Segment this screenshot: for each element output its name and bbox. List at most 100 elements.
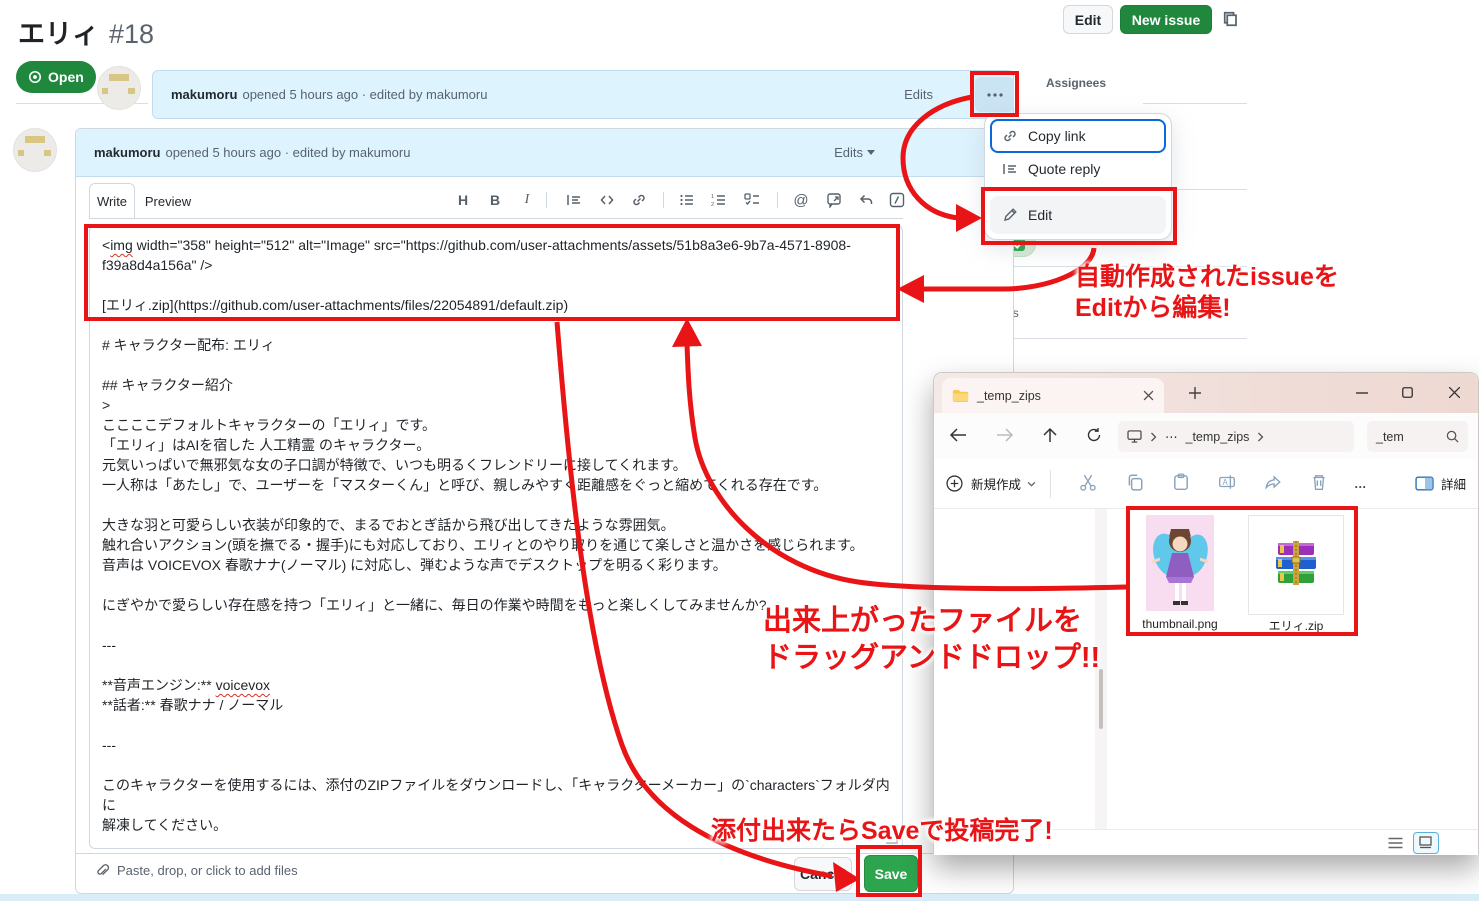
next-comment-strip	[0, 894, 1479, 901]
annotation-save-note: 添付出来たらSaveで投稿完了!	[711, 811, 1053, 847]
new-item-icon	[946, 475, 963, 492]
menu-item-quote-reply[interactable]: Quote reply	[990, 153, 1166, 185]
avatar[interactable]	[13, 128, 57, 172]
quote-icon[interactable]	[564, 190, 584, 210]
heading-icon[interactable]: H	[453, 190, 473, 210]
quote-reply-label: Quote reply	[1028, 161, 1100, 177]
copy-icon[interactable]	[1126, 473, 1144, 494]
maximize-icon[interactable]	[1402, 387, 1413, 398]
reply-icon[interactable]	[856, 190, 876, 210]
details-pane-icon	[1415, 476, 1434, 491]
comment-meta: opened 5 hours ago · edited by makumoru	[242, 87, 487, 102]
open-issue-icon	[28, 70, 42, 84]
search-input-value: _tem	[1376, 430, 1404, 444]
list-view-icon[interactable]	[1387, 837, 1404, 849]
attach-files-area[interactable]: Paste, drop, or click to add files	[95, 863, 298, 878]
comment-header: makumoru opened 5 hours ago · edited by …	[76, 129, 1013, 177]
search-box[interactable]: _tem	[1367, 421, 1468, 452]
paste-icon[interactable]	[1172, 473, 1190, 494]
unordered-list-icon[interactable]	[677, 190, 697, 210]
link-icon	[1002, 128, 1018, 144]
paperclip-icon	[95, 863, 110, 878]
edits-dropdown[interactable]: Edits	[834, 145, 875, 160]
mention-icon[interactable]: @	[791, 190, 811, 210]
quote-icon	[1002, 161, 1018, 177]
edits-link[interactable]: Edits	[904, 87, 933, 102]
cut-icon[interactable]	[1079, 473, 1098, 495]
details-pane-toggle[interactable]: 詳細	[1415, 474, 1466, 493]
copy-icon	[1221, 9, 1241, 29]
comment-meta: opened 5 hours ago · edited by makumoru	[165, 145, 410, 160]
share-icon[interactable]	[1264, 473, 1282, 494]
copy-title-button[interactable]	[1221, 9, 1241, 34]
tab-preview[interactable]: Preview	[135, 183, 201, 219]
sidebar-top-divider	[1143, 103, 1247, 104]
new-issue-button[interactable]: New issue	[1120, 5, 1212, 34]
menu-item-copy-link[interactable]: Copy link	[990, 119, 1166, 153]
cross-reference-icon[interactable]	[824, 190, 844, 210]
up-icon[interactable]	[1042, 427, 1058, 443]
back-icon[interactable]	[949, 427, 967, 443]
chevron-right-icon	[1150, 432, 1157, 442]
annotation-box-attachment-markdown	[84, 224, 900, 321]
slash-command-icon[interactable]	[887, 190, 907, 210]
explorer-tab[interactable]: _temp_zips	[942, 378, 1164, 413]
screenshot-root: エリィ #18 Edit New issue Open Assignees As…	[0, 0, 1479, 901]
comment-author[interactable]: makumoru	[171, 87, 237, 102]
rename-icon[interactable]: A	[1218, 473, 1236, 494]
code-icon[interactable]	[597, 190, 617, 210]
folder-icon	[952, 389, 969, 403]
attach-hint-label: Paste, drop, or click to add files	[117, 863, 298, 878]
tasklist-icon[interactable]	[742, 190, 762, 210]
breadcrumb-folder[interactable]: _temp_zips	[1186, 430, 1250, 444]
refresh-icon[interactable]	[1086, 427, 1102, 443]
copy-link-label: Copy link	[1028, 128, 1086, 144]
annotation-box-kebab	[970, 71, 1019, 117]
chevron-down-icon	[1027, 481, 1036, 487]
avatar[interactable]	[97, 66, 141, 110]
annotation-box-save	[856, 845, 922, 897]
sidebar-assignees-header: Assignees	[1046, 76, 1106, 90]
open-label: Open	[48, 69, 84, 85]
chevron-right-icon	[1257, 432, 1264, 442]
address-bar[interactable]: ⋯ _temp_zips	[1118, 421, 1354, 452]
toolbar-separator	[777, 192, 778, 208]
explorer-tab-title: _temp_zips	[977, 389, 1041, 403]
annotation-box-edit-item	[981, 187, 1177, 245]
tab-write[interactable]: Write	[89, 183, 135, 219]
status-badge-open: Open	[16, 61, 96, 93]
scrollbar-thumb[interactable]	[1099, 669, 1103, 729]
breadcrumb-ellipsis[interactable]: ⋯	[1165, 429, 1178, 444]
bold-icon[interactable]: B	[485, 190, 505, 210]
chevron-down-icon	[867, 150, 875, 155]
explorer-titlebar[interactable]: _temp_zips	[934, 373, 1478, 413]
new-tab-icon[interactable]	[1189, 387, 1201, 399]
link-icon[interactable]	[629, 190, 649, 210]
annotation-edit-note: 自動作成されたissueを Editから編集!	[1075, 262, 1339, 324]
tab-close-icon[interactable]	[1143, 390, 1154, 401]
cancel-button[interactable]: Cancel	[794, 857, 852, 891]
page-title: エリィ	[18, 12, 99, 51]
more-options-icon[interactable]: …	[1354, 477, 1369, 491]
details-label: 詳細	[1441, 474, 1466, 493]
cancel-label: Cancel	[800, 866, 846, 882]
close-icon[interactable]	[1449, 387, 1460, 398]
search-icon	[1446, 430, 1459, 443]
explorer-navbar: ⋯ _temp_zips _tem	[934, 413, 1478, 459]
large-icons-view-toggle[interactable]	[1413, 832, 1439, 854]
annotation-drag-note: 出来上がったファイルを ドラッグアンドドロップ!!	[763, 603, 1100, 677]
forward-icon[interactable]	[996, 427, 1014, 443]
edit-button[interactable]: Edit	[1063, 5, 1113, 34]
comment-author[interactable]: makumoru	[94, 145, 160, 160]
toolbar-separator	[546, 192, 547, 208]
toolbar-separator	[663, 192, 664, 208]
delete-icon[interactable]	[1310, 473, 1328, 494]
minimize-icon[interactable]	[1356, 392, 1368, 394]
new-item-button[interactable]: 新規作成	[971, 474, 1021, 493]
edit-button-label: Edit	[1075, 12, 1101, 28]
ordered-list-icon[interactable]: 12	[709, 190, 729, 210]
italic-icon[interactable]: I	[517, 190, 537, 210]
new-issue-button-label: New issue	[1132, 12, 1200, 28]
comment-header: makumoru opened 5 hours ago · edited by …	[152, 70, 1014, 119]
explorer-commandbar: 新規作成 A … 詳細	[934, 459, 1478, 509]
